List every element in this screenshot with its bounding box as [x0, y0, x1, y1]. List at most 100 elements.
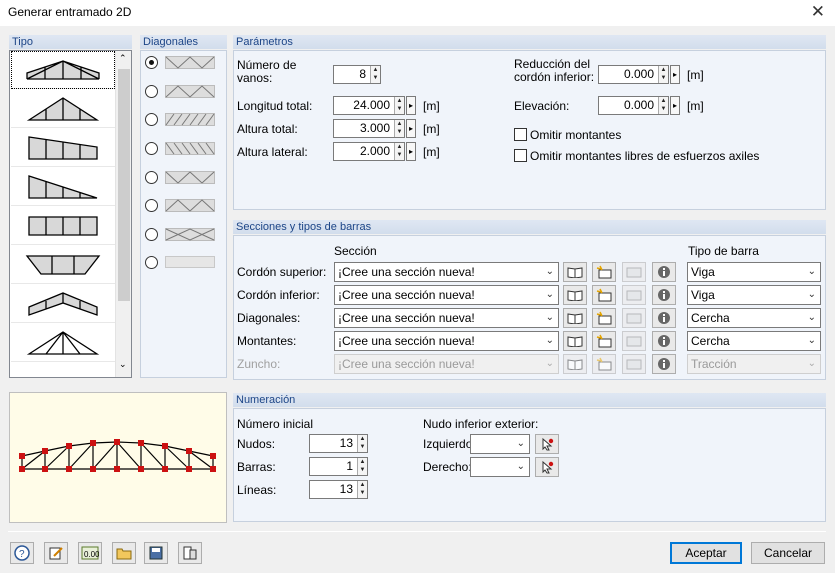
library-icon[interactable] [563, 331, 587, 351]
reduccion-value: 0.000 [623, 67, 654, 81]
info-icon[interactable] [652, 331, 676, 351]
row-label-cordon-superior: Cordón superior: [237, 265, 327, 279]
arrow-right-icon[interactable]: ▸ [406, 142, 416, 161]
section-combo-montantes[interactable]: ¡Cree una sección nueva! ⌄ [334, 331, 559, 351]
new-section-icon[interactable] [592, 308, 616, 328]
truss-type-2[interactable] [11, 90, 115, 128]
diagonal-radio-4[interactable] [145, 142, 158, 155]
truss-type-8[interactable] [11, 324, 115, 362]
library-icon[interactable] [563, 285, 587, 305]
spin-updown-icon[interactable]: ▲ ▼ [658, 97, 668, 114]
lineas-input[interactable]: 13 ▲ ▼ [309, 480, 368, 499]
arrow-right-icon[interactable]: ▸ [670, 96, 680, 115]
help-icon[interactable]: ? [10, 542, 34, 564]
scroll-down-icon[interactable]: ⌄ [119, 359, 127, 370]
info-icon[interactable] [652, 285, 676, 305]
truss-type-1[interactable] [11, 51, 115, 89]
aceptar-button[interactable]: Aceptar [670, 542, 742, 564]
truss-type-list[interactable]: ⌃ ⌄ [9, 50, 132, 378]
truss-type-5[interactable] [11, 207, 115, 245]
diagonal-radio-3[interactable] [145, 113, 158, 126]
num-vanos-input[interactable]: 8 ▲ ▼ [333, 65, 381, 84]
diagonal-pattern-2-icon [165, 85, 215, 98]
section-value: ¡Cree una sección nueva! [338, 265, 475, 279]
new-section-icon[interactable] [592, 285, 616, 305]
save-icon[interactable] [144, 542, 168, 564]
scroll-thumb[interactable] [118, 69, 130, 301]
longitud-input[interactable]: 24.000 ▲ ▼ [333, 96, 405, 115]
info-icon[interactable] [652, 354, 676, 374]
truss-thumb-icon [26, 59, 100, 80]
edit-section-icon[interactable] [622, 285, 646, 305]
arrow-right-icon[interactable]: ▸ [406, 96, 416, 115]
scroll-up-icon[interactable]: ⌃ [119, 53, 127, 64]
new-section-icon[interactable] [592, 262, 616, 282]
edit-section-icon[interactable] [622, 262, 646, 282]
spin-updown-icon[interactable]: ▲ ▼ [394, 120, 404, 137]
info-icon[interactable] [652, 308, 676, 328]
spin-updown-icon[interactable]: ▲ ▼ [394, 97, 404, 114]
truss-type-4[interactable] [11, 168, 115, 206]
spin-updown-icon[interactable]: ▲ ▼ [394, 143, 404, 160]
import-icon[interactable] [178, 542, 202, 564]
diagonal-pattern-7-icon [165, 228, 215, 241]
type-combo-montantes[interactable]: Cercha ⌄ [687, 331, 821, 351]
omitir-libres-label[interactable]: Omitir montantes libres de esfuerzos axi… [530, 149, 759, 163]
edit-icon[interactable] [44, 542, 68, 564]
library-icon[interactable] [563, 262, 587, 282]
type-combo-cordon-inferior[interactable]: Viga ⌄ [687, 285, 821, 305]
diagonal-radio-8[interactable] [145, 256, 158, 269]
truss-type-7[interactable] [11, 285, 115, 323]
pick-node-left-icon[interactable] [535, 434, 559, 454]
info-icon[interactable] [652, 262, 676, 282]
lateral-label: Altura lateral: [237, 145, 308, 159]
truss-thumb-icon [28, 291, 98, 316]
pick-node-right-icon[interactable] [535, 457, 559, 477]
library-icon[interactable] [563, 308, 587, 328]
open-icon[interactable] [112, 542, 136, 564]
section-combo-cordon-inferior[interactable]: ¡Cree una sección nueva! ⌄ [334, 285, 559, 305]
type-combo-cordon-superior[interactable]: Viga ⌄ [687, 262, 821, 282]
section-combo-cordon-superior[interactable]: ¡Cree una sección nueva! ⌄ [334, 262, 559, 282]
spin-updown-icon[interactable]: ▲ ▼ [357, 481, 367, 498]
spin-updown-icon[interactable]: ▲ ▼ [357, 458, 367, 475]
izquierdo-combo[interactable]: ⌄ [470, 434, 530, 454]
elevacion-input[interactable]: 0.000 ▲ ▼ [598, 96, 669, 115]
tipo-scrollbar[interactable]: ⌃ ⌄ [115, 51, 131, 377]
spin-updown-icon[interactable]: ▲ ▼ [357, 435, 367, 452]
omitir-montantes-checkbox[interactable] [514, 128, 527, 141]
chevron-down-icon: ⌄ [545, 266, 554, 277]
arrow-right-icon[interactable]: ▸ [670, 65, 680, 84]
section-value: ¡Cree una sección nueva! [338, 311, 475, 325]
truss-type-3[interactable] [11, 129, 115, 167]
longitud-unit: [m] [423, 99, 440, 113]
new-section-icon[interactable] [592, 331, 616, 351]
spin-updown-icon[interactable]: ▲ ▼ [370, 66, 380, 83]
diagonal-radio-5[interactable] [145, 171, 158, 184]
derecho-combo[interactable]: ⌄ [470, 457, 530, 477]
edit-section-icon[interactable] [622, 331, 646, 351]
spin-updown-icon[interactable]: ▲ ▼ [658, 66, 668, 83]
diagonal-radio-1[interactable] [145, 56, 158, 69]
altura-input[interactable]: 3.000 ▲ ▼ [333, 119, 405, 138]
omitir-libres-checkbox[interactable] [514, 149, 527, 162]
type-combo-diagonales[interactable]: Cercha ⌄ [687, 308, 821, 328]
chevron-down-icon: ⌄ [807, 358, 816, 369]
barras-input[interactable]: 1 ▲ ▼ [309, 457, 368, 476]
cancelar-button[interactable]: Cancelar [751, 542, 825, 564]
diagonal-radio-6[interactable] [145, 199, 158, 212]
diagonal-radio-2[interactable] [145, 85, 158, 98]
omitir-montantes-label[interactable]: Omitir montantes [530, 128, 621, 142]
arrow-right-icon[interactable]: ▸ [406, 119, 416, 138]
lineas-value: 13 [339, 482, 353, 496]
units-icon[interactable]: 0.00 [78, 542, 102, 564]
section-combo-diagonales[interactable]: ¡Cree una sección nueva! ⌄ [334, 308, 559, 328]
diagonal-radio-7[interactable] [145, 228, 158, 241]
lateral-input[interactable]: 2.000 ▲ ▼ [333, 142, 405, 161]
reduccion-input[interactable]: 0.000 ▲ ▼ [598, 65, 669, 84]
edit-section-icon[interactable] [622, 308, 646, 328]
close-icon[interactable]: ✕ [811, 2, 825, 22]
chevron-down-icon: ⌄ [807, 335, 816, 346]
truss-type-6[interactable] [11, 246, 115, 284]
nudos-input[interactable]: 13 ▲ ▼ [309, 434, 368, 453]
